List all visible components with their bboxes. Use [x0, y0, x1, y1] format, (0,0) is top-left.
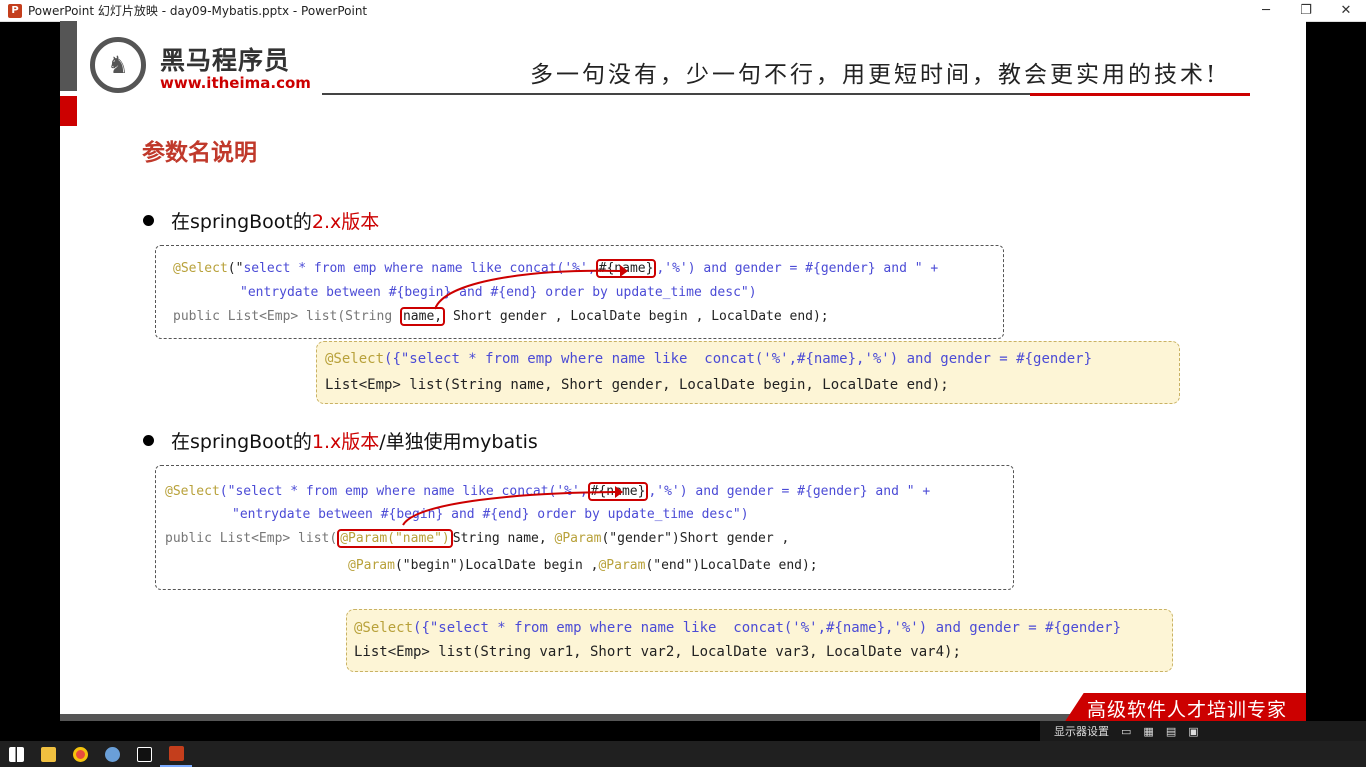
bullet-dot-icon — [143, 215, 154, 226]
slideshow-icon[interactable]: ▣ — [1188, 725, 1198, 738]
bullet-text: 在springBoot的 — [171, 431, 312, 453]
slide-sorter-icon[interactable]: ▦ — [1143, 725, 1153, 738]
slogan: 多一句没有，少一句不行，用更短时间，教会更实用的技术! — [530, 62, 1219, 88]
brand-name: 黑马程序员 — [160, 46, 291, 75]
param-annotation-highlight: @Param("name") — [337, 529, 453, 548]
display-settings-button[interactable]: 显示器设置 — [1054, 723, 1109, 739]
bullet-version: 2.x版本 — [311, 211, 380, 233]
footer-banner: 高级软件人才培训专家 — [1064, 693, 1306, 721]
close-icon[interactable]: ✕ — [1326, 0, 1366, 21]
bullet-springboot1: 在springBoot的 1.x版本/单独使用mybatis — [143, 427, 538, 454]
file-explorer-icon[interactable] — [32, 741, 64, 767]
bullet-text: 在springBoot的 — [171, 211, 312, 233]
mapping-arrow-icon — [402, 486, 623, 526]
code-line: @Param("begin")LocalDate begin ,@Param("… — [348, 558, 818, 573]
slideshow-statusbar: 显示器设置 ▭ ▦ ▤ ▣ — [1040, 721, 1366, 741]
restore-icon[interactable]: ❐ — [1286, 0, 1326, 21]
slide-accent-red — [60, 96, 77, 126]
result-block-springboot2: @Select({"select * from emp where name l… — [316, 341, 1180, 404]
reading-view-icon[interactable]: ▤ — [1166, 725, 1176, 738]
bullet-suffix: /单独使用mybatis — [379, 431, 538, 453]
bullet-springboot2: 在springBoot的 2.x版本 — [143, 207, 379, 234]
minimize-icon[interactable]: ─ — [1246, 0, 1286, 21]
horse-logo-icon: ♞ — [90, 37, 146, 93]
chrome-icon[interactable] — [64, 741, 96, 767]
taskbar — [0, 741, 1366, 767]
powerpoint-icon[interactable] — [160, 741, 192, 767]
window-titlebar: P PowerPoint 幻灯片放映 - day09-Mybatis.pptx … — [0, 0, 1366, 22]
slide: ♞ 黑马程序员 www.itheima.com 多一句没有，少一句不行，用更短时… — [60, 21, 1306, 721]
code-line: public List<Emp> list(@Param("name") Stri… — [165, 529, 790, 548]
slogan-divider-accent — [1030, 93, 1250, 96]
code-line: @Select({"select * from emp where name l… — [325, 351, 1093, 367]
powerpoint-icon: P — [8, 3, 22, 18]
result-block-springboot1: @Select({"select * from emp where name l… — [346, 609, 1173, 672]
mapping-arrow-icon — [434, 265, 628, 310]
code-line: @Select({"select * from emp where name l… — [354, 620, 1122, 636]
window-title: PowerPoint 幻灯片放映 - day09-Mybatis.pptx - … — [28, 4, 368, 18]
app-icon[interactable] — [96, 741, 128, 767]
brand-logo: ♞ 黑马程序员 www.itheima.com — [90, 37, 340, 101]
brand-url: www.itheima.com — [160, 74, 311, 92]
windows-start-icon[interactable] — [0, 741, 32, 767]
slide-accent-gray — [60, 21, 77, 91]
normal-view-icon[interactable]: ▭ — [1121, 725, 1131, 738]
bullet-dot-icon — [143, 435, 154, 446]
bullet-version: 1.x版本 — [311, 431, 380, 453]
intellij-icon[interactable] — [128, 741, 160, 767]
code-line: List<Emp> list(String name, Short gender… — [325, 377, 949, 393]
slide-heading: 参数名说明 — [142, 140, 257, 166]
code-line: List<Emp> list(String var1, Short var2, … — [354, 644, 961, 660]
